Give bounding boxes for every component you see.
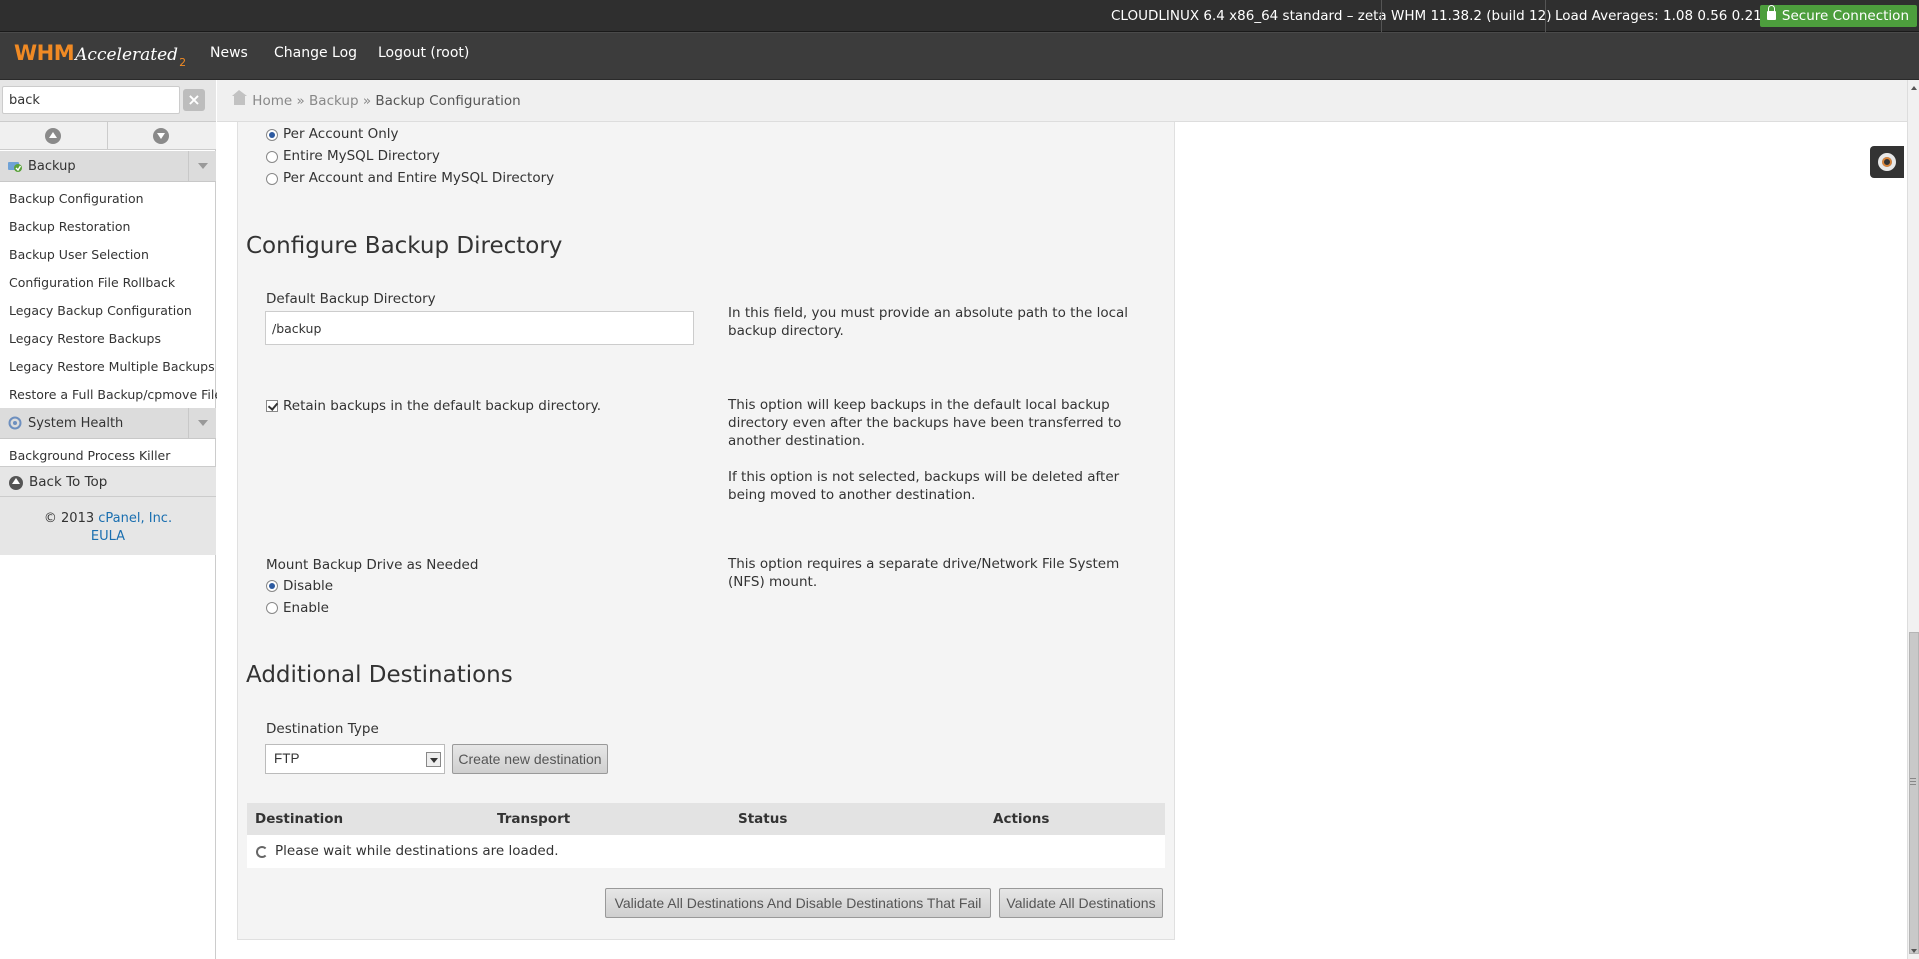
mysql-per-account-label: Per Account Only	[283, 126, 399, 142]
mysql-both-radio[interactable]	[266, 173, 278, 185]
nav-logout[interactable]: Logout (root)	[378, 33, 469, 81]
sidebar-item-background-process-killer[interactable]: Background Process Killer	[9, 448, 170, 463]
create-new-destination-button[interactable]: Create new destination	[452, 744, 608, 774]
sidebar-item-legacy-restore-backups[interactable]: Legacy Restore Backups	[9, 331, 161, 346]
nav-news[interactable]: News	[210, 33, 248, 81]
chevron-down-icon	[153, 128, 169, 144]
whm-logo[interactable]: WHMAccelerated2	[14, 41, 186, 73]
column-destination: Destination	[255, 811, 344, 827]
collapse-all-button[interactable]	[107, 122, 214, 150]
search-input[interactable]	[2, 86, 180, 114]
lifebuoy-icon	[1878, 153, 1896, 171]
sidebar-group-label: System Health	[28, 416, 124, 431]
sidebar-item-configuration-file-rollback[interactable]: Configuration File Rollback	[9, 275, 175, 290]
scroll-up-icon[interactable]	[1911, 86, 1917, 90]
os-info: CLOUDLINUX 6.4 x86_64 standard – zeta	[1111, 8, 1387, 24]
sidebar-group-backup[interactable]: Backup	[0, 151, 216, 182]
sidebar-item-legacy-backup-configuration[interactable]: Legacy Backup Configuration	[9, 303, 192, 318]
loading-text: Please wait while destinations are loade…	[275, 843, 559, 859]
expand-all-button[interactable]	[0, 122, 107, 150]
cpanel-link[interactable]: cPanel, Inc.	[98, 511, 172, 526]
validate-all-button[interactable]: Validate All Destinations	[999, 888, 1163, 918]
dropdown-arrow-icon	[426, 752, 441, 767]
validate-and-disable-button[interactable]: Validate All Destinations And Disable De…	[605, 888, 991, 918]
destination-type-label: Destination Type	[266, 721, 379, 737]
mount-disable-radio[interactable]	[266, 580, 278, 592]
page-scrollbar[interactable]	[1907, 80, 1919, 959]
breadcrumb-current: Backup Configuration	[375, 93, 521, 109]
clear-search-icon[interactable]: ×	[183, 89, 205, 111]
scrollbar-grip-icon	[1910, 778, 1916, 779]
mysql-entire-dir-label: Entire MySQL Directory	[283, 148, 440, 164]
column-transport: Transport	[497, 811, 571, 827]
load-averages: Load Averages: 1.08 0.56 0.21	[1545, 0, 1771, 32]
sidebar-item-backup-configuration[interactable]: Backup Configuration	[9, 191, 144, 206]
default-backup-dir-label: Default Backup Directory	[266, 291, 436, 307]
system-health-icon	[8, 416, 22, 430]
refresh-icon	[256, 846, 268, 858]
sidebar-item-backup-restoration[interactable]: Backup Restoration	[9, 219, 130, 234]
mysql-both-label: Per Account and Entire MySQL Directory	[283, 170, 555, 186]
mount-enable-label: Enable	[283, 600, 329, 616]
sidebar-item-restore-full-backup[interactable]: Restore a Full Backup/cpmove File	[9, 387, 222, 402]
whm-version: WHM 11.38.2 (build 12)	[1381, 0, 1560, 32]
destinations-table-header: Destination Transport Status Actions	[247, 803, 1165, 835]
nav-change-log[interactable]: Change Log	[274, 33, 357, 81]
mount-disable-label: Disable	[283, 578, 334, 594]
sidebar-group-label: Backup	[28, 159, 76, 174]
header: WHMAccelerated2 News Change Log Logout (…	[0, 32, 1919, 80]
logo-whm: WHM	[14, 41, 75, 65]
copyright-prefix: © 2013	[43, 511, 99, 526]
logo-sub: 2	[179, 56, 187, 69]
logo-accelerated: Accelerated	[75, 45, 179, 65]
copyright: © 2013 cPanel, Inc.	[0, 510, 216, 528]
scroll-down-icon[interactable]	[1911, 949, 1917, 953]
breadcrumb-home[interactable]: Home	[252, 93, 292, 109]
mysql-entire-dir-radio[interactable]	[266, 151, 278, 163]
sidebar-group-system-health[interactable]: System Health	[0, 408, 216, 439]
backup-directory-heading: Configure Backup Directory	[246, 233, 563, 259]
retain-backups-help-2: If this option is not selected, backups …	[728, 469, 1120, 503]
eula-link[interactable]: EULA	[0, 528, 216, 546]
sidebar: × Backup Backup Configuration Backup Res…	[0, 80, 222, 959]
sidebar-search: ×	[0, 80, 216, 122]
sidebar-item-legacy-restore-multiple-backups[interactable]: Legacy Restore Multiple Backups	[9, 359, 215, 374]
arrow-up-icon	[9, 476, 23, 490]
mount-backup-drive-help: This option requires a separate drive/Ne…	[728, 556, 1120, 590]
backup-icon	[8, 162, 22, 172]
back-to-top-label: Back To Top	[29, 474, 108, 490]
sidebar-footer: © 2013 cPanel, Inc. EULA	[0, 497, 216, 555]
breadcrumb-separator: »	[296, 93, 305, 109]
destinations-loading-row: Please wait while destinations are loade…	[247, 835, 1165, 868]
lock-icon	[1766, 5, 1776, 20]
chevron-up-icon	[45, 128, 61, 144]
expand-collapse-row	[0, 122, 216, 150]
scrollbar-thumb[interactable]	[1909, 632, 1919, 954]
default-backup-dir-input[interactable]	[265, 311, 694, 345]
secure-connection-badge: Secure Connection	[1759, 5, 1917, 27]
retain-backups-help: This option will keep backups in the def…	[728, 397, 1122, 449]
back-to-top-button[interactable]: Back To Top	[0, 466, 216, 497]
group-toggle-icon[interactable]	[188, 408, 216, 439]
destination-type-value: FTP	[274, 751, 300, 766]
retain-backups-checkbox[interactable]	[266, 400, 278, 412]
breadcrumb-backup[interactable]: Backup	[309, 93, 359, 109]
column-actions: Actions	[993, 811, 1050, 827]
mysql-per-account-radio[interactable]	[266, 129, 278, 141]
secure-label: Secure Connection	[1781, 8, 1909, 24]
additional-destinations-heading: Additional Destinations	[246, 662, 513, 688]
home-icon	[232, 90, 247, 105]
mount-backup-drive-label: Mount Backup Drive as Needed	[266, 557, 479, 573]
retain-backups-label: Retain backups in the default backup dir…	[283, 398, 602, 414]
default-backup-dir-help: In this field, you must provide an absol…	[728, 305, 1129, 339]
mount-enable-radio[interactable]	[266, 602, 278, 614]
group-toggle-icon[interactable]	[188, 151, 216, 182]
breadcrumb: Home » Backup » Backup Configuration	[217, 80, 1907, 122]
help-lifebuoy-button[interactable]	[1870, 146, 1904, 178]
breadcrumb-separator: »	[362, 93, 372, 109]
status-bar: CLOUDLINUX 6.4 x86_64 standard – zeta WH…	[0, 0, 1919, 32]
sidebar-item-backup-user-selection[interactable]: Backup User Selection	[9, 247, 149, 262]
destination-type-select[interactable]: FTP	[265, 744, 445, 774]
column-status: Status	[738, 811, 788, 827]
